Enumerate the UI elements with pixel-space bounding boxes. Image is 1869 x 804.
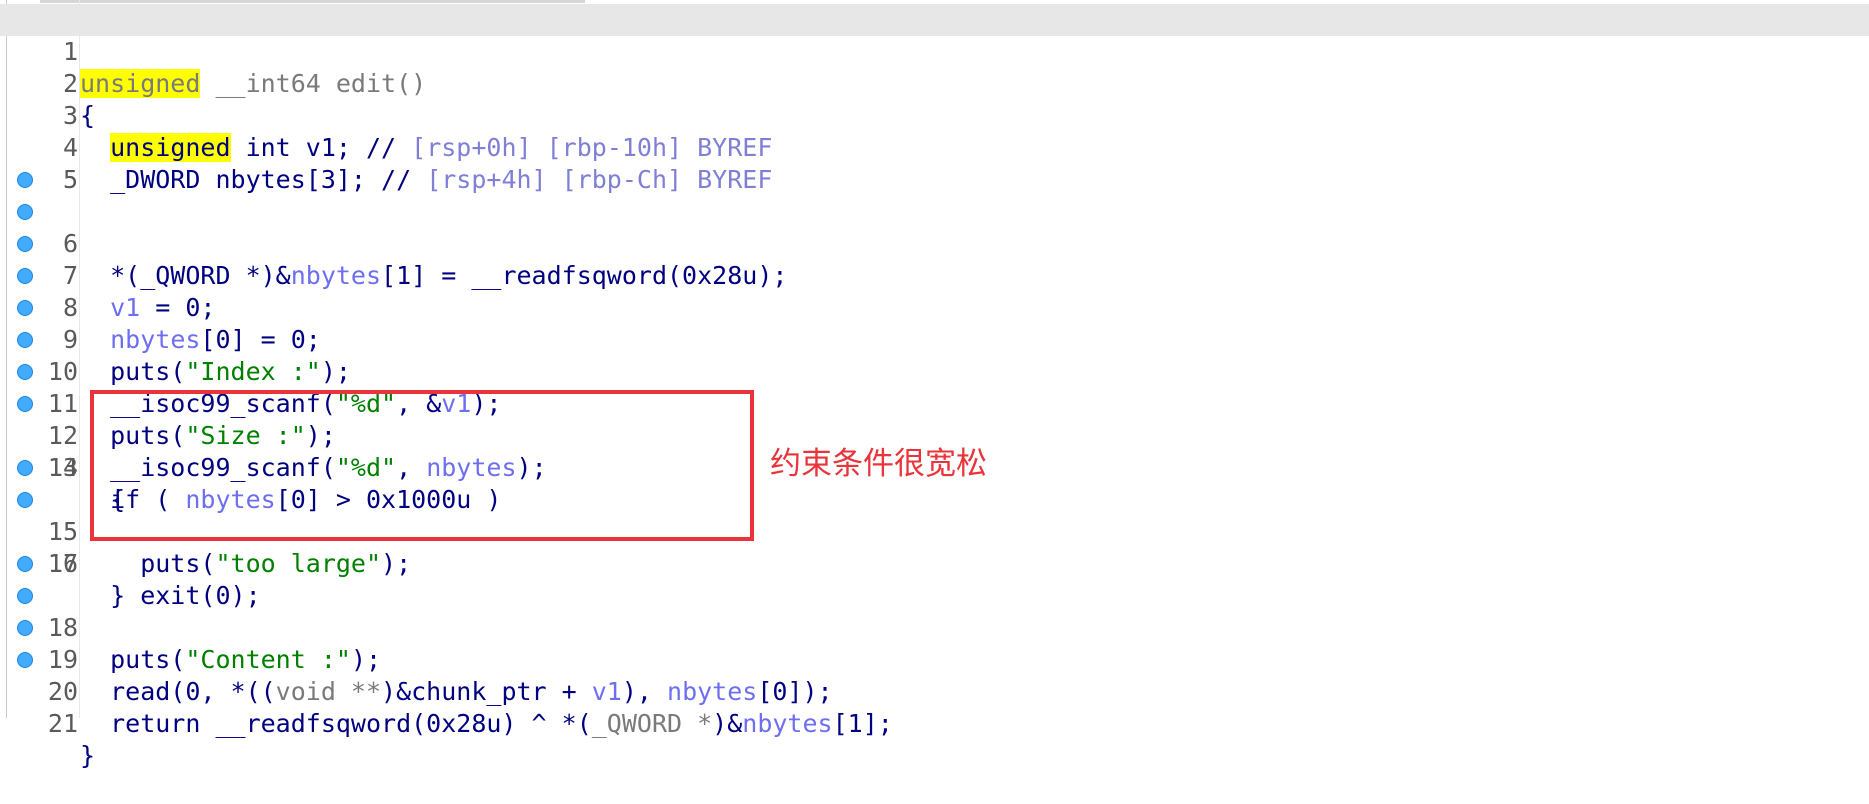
code-line-19[interactable]: 19 read(0, *((void **)&chunk_ptr + v1), … — [0, 580, 1869, 706]
code-line-12[interactable]: 12 __isoc99_scanf("%d", nbytes); — [0, 356, 1869, 482]
breakpoint-dot-icon[interactable] — [17, 460, 33, 476]
code-token: )& — [712, 709, 743, 738]
pseudocode-editor[interactable]: 1 unsigned __int64 edit() 2 { 3 unsigned… — [0, 0, 1869, 770]
breakpoint-dot-icon[interactable] — [17, 588, 33, 604]
code-line-9[interactable]: 9 puts("Index :"); — [0, 260, 1869, 386]
variable-token: nbytes — [742, 709, 833, 738]
variable-token: v1 — [591, 677, 622, 706]
code-line-1[interactable]: 1 unsigned __int64 edit() — [0, 4, 1869, 98]
code-line-2[interactable]: 2 { — [0, 36, 1869, 130]
code-line-4[interactable]: 4 _DWORD nbytes[3]; // [rsp+4h] [rbp-Ch]… — [0, 100, 1869, 194]
code-line-11[interactable]: 11 puts("Size :"); — [0, 324, 1869, 450]
breakpoint-dot-icon[interactable] — [17, 364, 33, 380]
breakpoint-dot-icon[interactable] — [17, 236, 33, 252]
breakpoint-dot-icon[interactable] — [17, 556, 33, 572]
code-token: ), — [621, 677, 668, 706]
line-number: 21 — [47, 709, 78, 738]
code-line-5[interactable]: 5 — [0, 132, 1869, 194]
breakpoint-dot-icon[interactable] — [17, 300, 33, 316]
type-token: void ** — [275, 677, 382, 706]
breakpoint-dot-icon[interactable] — [17, 172, 33, 188]
code-line-6[interactable]: 6 *(_QWORD *)&nbytes[1] = __readfsqword(… — [0, 164, 1869, 290]
code-token: [1]; — [832, 709, 893, 738]
code-line-21[interactable]: 21 } — [0, 644, 1869, 770]
code-token: [0]); — [757, 677, 833, 706]
breakpoint-dot-icon[interactable] — [17, 620, 33, 636]
breakpoint-dot-icon[interactable] — [17, 396, 33, 412]
code-line-7[interactable]: 7 v1 = 0; — [0, 196, 1869, 322]
code-line-18[interactable]: 18 puts("Content :"); — [0, 548, 1869, 674]
breakpoint-dot-icon[interactable] — [17, 204, 33, 220]
code-text: } — [80, 741, 96, 770]
code-text: read(0, *((void **)&chunk_ptr + v1), nby… — [80, 676, 833, 708]
editor-top-strip — [40, 0, 585, 3]
type-token: _QWORD * — [591, 709, 713, 738]
code-line-10[interactable]: 10 __isoc99_scanf("%d", &v1); — [0, 292, 1869, 418]
annotation-label: 约束条件很宽松 — [770, 446, 987, 482]
code-token: return __readfsqword(0x28u) ^ *( — [80, 709, 592, 738]
breakpoint-dot-icon[interactable] — [17, 268, 33, 284]
code-token: )&chunk_ptr + — [381, 677, 592, 706]
code-line-20[interactable]: 20 return __readfsqword(0x28u) ^ *(_QWOR… — [0, 612, 1869, 738]
code-text: return __readfsqword(0x28u) ^ *(_QWORD *… — [80, 708, 893, 740]
breakpoint-dot-icon[interactable] — [17, 332, 33, 348]
code-line-3[interactable]: 3 unsigned int v1; // [rsp+0h] [rbp-10h]… — [0, 68, 1869, 162]
variable-token: nbytes — [667, 677, 758, 706]
code-token: read(0, *(( — [80, 677, 276, 706]
breakpoint-dot-icon[interactable] — [17, 652, 33, 668]
breakpoint-dot-icon[interactable] — [17, 492, 33, 508]
annotation-highlight-box — [90, 390, 754, 541]
code-line-8[interactable]: 8 nbytes[0] = 0; — [0, 228, 1869, 354]
